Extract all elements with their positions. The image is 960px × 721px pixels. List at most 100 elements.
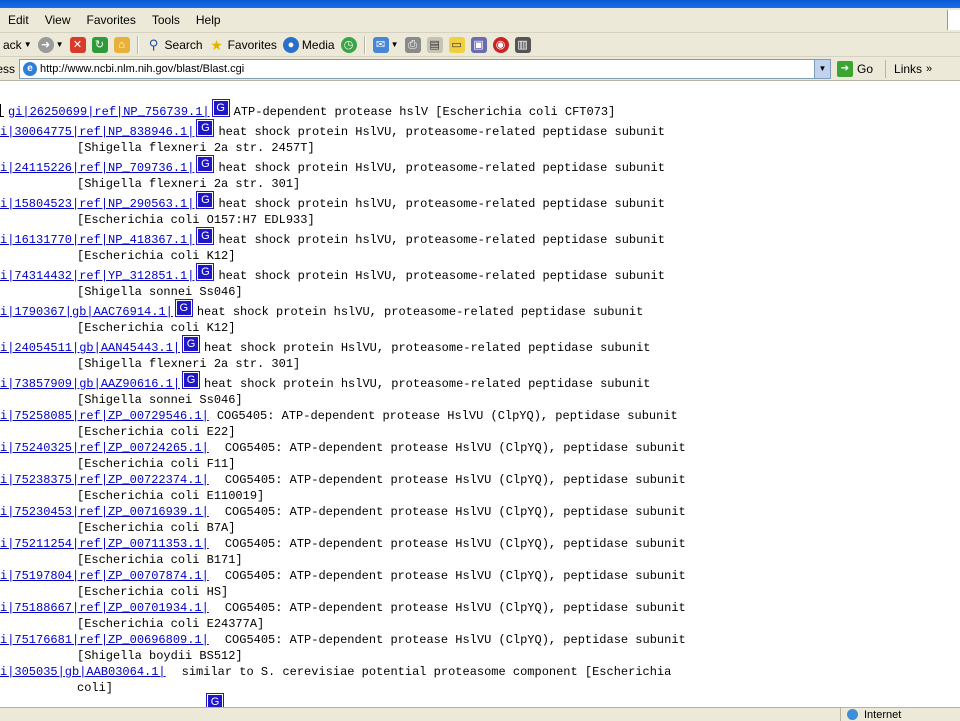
hit-accession-link[interactable]: i|1790367|gb|AAC76914.1| xyxy=(0,305,173,319)
hit-row: i|15804523|ref|NP_290563.1| Gheat shock p… xyxy=(0,191,665,212)
hit-accession-link[interactable]: i|75230453|ref|ZP_00716939.1| xyxy=(0,505,209,519)
go-button[interactable]: ➔ Go xyxy=(837,60,874,77)
home-icon: ⌂ xyxy=(113,36,130,53)
forward-arrow-icon: ➜ xyxy=(37,36,54,53)
print-button[interactable]: ⎙ xyxy=(402,34,424,56)
menu-view[interactable]: View xyxy=(37,8,79,32)
hit-description: heat shock protein HslVU, proteasome-rel… xyxy=(218,161,665,175)
hit-accession-link[interactable]: i|73857909|gb|AAZ90616.1| xyxy=(0,377,180,391)
hit-accession-link[interactable]: i|15804523|ref|NP_290563.1| xyxy=(0,197,194,211)
hit-accession-link[interactable]: i|75238375|ref|ZP_00722374.1| xyxy=(0,473,209,487)
gene-link-icon[interactable]: G xyxy=(196,191,215,209)
hit-accession-link[interactable]: i|75176681|ref|ZP_00696809.1| xyxy=(0,633,209,647)
back-button[interactable]: ack ▼ xyxy=(0,34,35,56)
hit-description: COG5405: ATP-dependent protease HslVU (C… xyxy=(224,569,686,583)
hit-accession-link[interactable]: i|30064775|ref|NP_838946.1| xyxy=(0,125,194,139)
hit-organism: [Escherichia coli B7A] xyxy=(77,521,236,535)
gene-link-icon[interactable]: G xyxy=(206,693,224,707)
hit-accession-link[interactable]: i|75211254|ref|ZP_00711353.1| xyxy=(0,537,209,551)
go-arrow-icon: ➔ xyxy=(837,60,853,77)
menu-bar: Edit View Favorites Tools Help xyxy=(0,8,960,33)
hit-description: COG5405: ATP-dependent protease HslVU (C… xyxy=(216,409,678,423)
menu-edit[interactable]: Edit xyxy=(0,8,37,32)
hit-description: heat shock protein hslVU, proteasome-rel… xyxy=(218,197,665,211)
address-dropdown-icon[interactable]: ▼ xyxy=(814,59,830,78)
gene-link-icon[interactable]: G xyxy=(174,299,193,317)
discuss-button[interactable]: ▭ xyxy=(446,34,468,56)
research-button[interactable]: ▣ xyxy=(468,34,490,56)
chevron-down-icon[interactable]: ▼ xyxy=(22,40,32,49)
hit-accession-link[interactable]: i|75240325|ref|ZP_00724265.1| xyxy=(0,441,209,455)
hit-organism: [Shigella sonnei Ss046] xyxy=(77,285,243,299)
home-button[interactable]: ⌂ xyxy=(111,34,133,56)
chevron-down-icon[interactable]: ▼ xyxy=(54,40,64,49)
hit-organism: [Escherichia coli E110019] xyxy=(77,489,265,503)
hit-row: i|75240325|ref|ZP_00724265.1| COG5405: AT… xyxy=(0,440,686,456)
address-input[interactable] xyxy=(40,62,800,75)
gene-link-icon[interactable]: G xyxy=(182,371,201,389)
hit-row: i|16131770|ref|NP_418367.1| Gheat shock p… xyxy=(0,227,665,248)
hit-accession-link[interactable]: i|305035|gb|AAB03064.1| xyxy=(0,665,166,679)
result-bracket xyxy=(0,104,4,117)
messenger-icon: ◉ xyxy=(492,36,509,53)
status-bar: Internet xyxy=(0,707,960,721)
gene-link-icon[interactable]: G xyxy=(196,227,215,245)
gene-link-icon[interactable]: G xyxy=(196,119,215,137)
hit-accession-link[interactable]: i|75188667|ref|ZP_00701934.1| xyxy=(0,601,209,615)
hit-accession-link[interactable]: i|16131770|ref|NP_418367.1| xyxy=(0,233,194,247)
gene-link-icon[interactable]: G xyxy=(196,155,215,173)
tools-extra-button[interactable]: ▥ xyxy=(512,34,534,56)
chevron-right-icon[interactable]: » xyxy=(926,63,932,75)
address-field[interactable]: e ▼ xyxy=(19,58,831,79)
hit-accession-link[interactable]: i|75197804|ref|ZP_00707874.1| xyxy=(0,569,209,583)
hit-accession-link[interactable]: i|24115226|ref|NP_709736.1| xyxy=(0,161,194,175)
address-bar: ess e ▼ ➔ Go Links » xyxy=(0,57,960,81)
refresh-button[interactable]: ↻ xyxy=(89,34,111,56)
go-label: Go xyxy=(857,61,874,76)
hit-description: heat shock protein HslVU, proteasome-rel… xyxy=(218,269,665,283)
hit-row: i|74314432|ref|YP_312851.1| Gheat shock p… xyxy=(0,263,665,284)
hit-organism: [Escherichia coli O157:H7 EDL933] xyxy=(77,213,315,227)
hit-description: COG5405: ATP-dependent protease HslVU (C… xyxy=(224,441,686,455)
hit-description: COG5405: ATP-dependent protease HslVU (C… xyxy=(224,633,686,647)
edit-button[interactable]: ▤ xyxy=(424,34,446,56)
favorites-button[interactable]: ★ Favorites xyxy=(206,34,280,56)
hit-row: i|30064775|ref|NP_838946.1| Gheat shock p… xyxy=(0,119,665,140)
hit-row: i|24054511|gb|AAN45443.1| Gheat shock pro… xyxy=(0,335,651,356)
chevron-down-icon[interactable]: ▼ xyxy=(389,40,399,49)
hit-accession-link[interactable]: gi|26250699|ref|NP_756739.1| xyxy=(8,105,210,119)
messenger-button[interactable]: ◉ xyxy=(490,34,512,56)
hit-accession-link[interactable]: i|74314432|ref|YP_312851.1| xyxy=(0,269,194,283)
stop-button[interactable]: ✕ xyxy=(67,34,89,56)
menu-favorites[interactable]: Favorites xyxy=(78,8,143,32)
hit-accession-link[interactable]: i|75258085|ref|ZP_00729546.1| xyxy=(0,409,209,423)
hit-row: i|73857909|gb|AAZ90616.1| Gheat shock pro… xyxy=(0,371,651,392)
menu-help[interactable]: Help xyxy=(188,8,229,32)
hit-description: COG5405: ATP-dependent protease HslVU (C… xyxy=(224,537,686,551)
ie-page-icon: e xyxy=(23,61,37,76)
hit-accession-link[interactable]: i|24054511|gb|AAN45443.1| xyxy=(0,341,180,355)
gene-link-icon[interactable]: G xyxy=(196,263,215,281)
hit-organism: coli] xyxy=(77,681,114,695)
gene-link-icon[interactable]: G xyxy=(182,335,201,353)
mail-button[interactable]: ✉ ▼ xyxy=(370,34,402,56)
mail-icon: ✉ xyxy=(372,36,389,53)
note-icon: ▭ xyxy=(448,36,465,53)
hit-organism: [Shigella sonnei Ss046] xyxy=(77,393,243,407)
menu-tools[interactable]: Tools xyxy=(144,8,188,32)
hit-row: i|75188667|ref|ZP_00701934.1| COG5405: AT… xyxy=(0,600,686,616)
research-icon: ▣ xyxy=(470,36,487,53)
hit-organism: [Escherichia coli B171] xyxy=(77,553,243,567)
history-button[interactable]: ◷ xyxy=(338,34,360,56)
hit-organism: [Escherichia coli E24377A] xyxy=(77,617,265,631)
links-button[interactable]: Links xyxy=(894,62,926,76)
search-button[interactable]: ⚲ Search xyxy=(143,34,206,56)
hit-row: i|75230453|ref|ZP_00716939.1| COG5405: AT… xyxy=(0,504,686,520)
media-label: Media xyxy=(301,37,335,52)
media-button[interactable]: ● Media xyxy=(280,34,338,56)
gene-link-icon[interactable]: G xyxy=(211,99,230,117)
hit-organism: [Escherichia coli E22] xyxy=(77,425,236,439)
forward-button[interactable]: ➜ ▼ xyxy=(35,34,67,56)
hit-description: heat shock protein hslVU, proteasome-rel… xyxy=(196,305,644,319)
hit-description: ATP-dependent protease hslV [Escherichia… xyxy=(233,105,616,119)
